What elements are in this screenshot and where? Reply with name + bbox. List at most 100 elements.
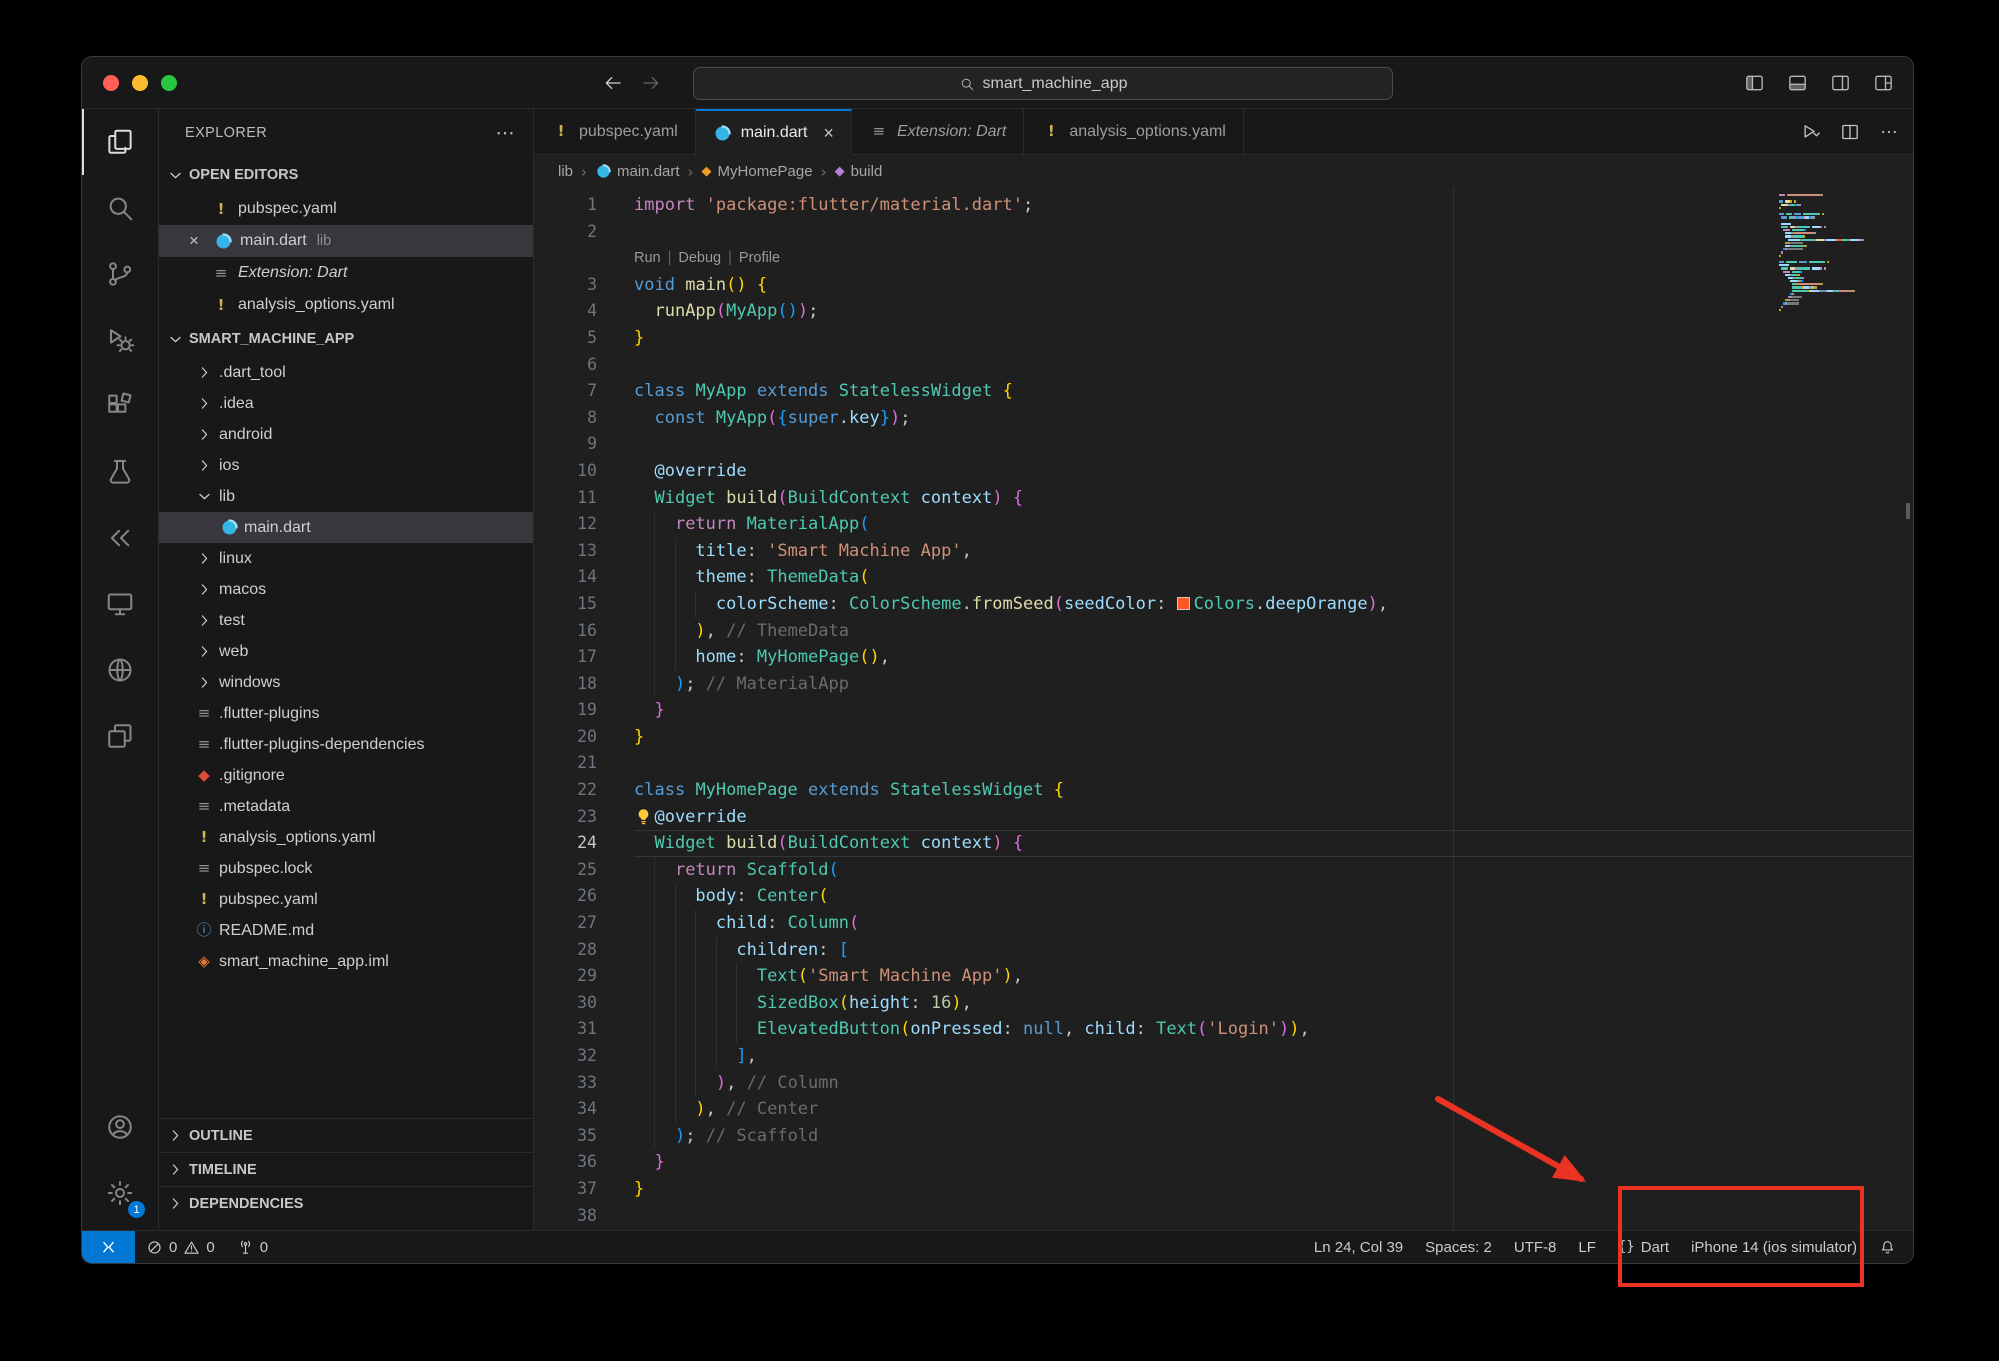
line-content[interactable]: children: [ bbox=[634, 937, 1913, 964]
line-content[interactable]: Widget build(BuildContext context) { bbox=[634, 830, 1913, 857]
activity-item-remote-explorer[interactable] bbox=[82, 571, 158, 637]
toggle-panel-button[interactable] bbox=[1786, 73, 1809, 93]
activity-item-accounts[interactable] bbox=[82, 1094, 158, 1160]
line-number[interactable]: 30 bbox=[534, 990, 634, 1017]
line-content[interactable]: body: Center( bbox=[634, 883, 1913, 910]
line-number[interactable]: 33 bbox=[534, 1070, 634, 1097]
run-file-button[interactable] bbox=[1801, 122, 1821, 142]
close-icon[interactable]: × bbox=[823, 124, 834, 142]
lightbulb-icon[interactable] bbox=[634, 804, 654, 831]
line-content[interactable]: } bbox=[634, 325, 1913, 352]
customize-layout-button[interactable] bbox=[1872, 73, 1895, 93]
file-pubspec-lock[interactable]: ≡pubspec.lock bbox=[159, 853, 533, 884]
line-number[interactable]: 3 bbox=[534, 272, 634, 299]
line-number[interactable]: 2 bbox=[534, 219, 634, 246]
activity-item-extensions[interactable] bbox=[82, 373, 158, 439]
activity-item-testing[interactable] bbox=[82, 439, 158, 505]
activity-item-live-share[interactable] bbox=[82, 637, 158, 703]
line-content[interactable]: ); // MaterialApp bbox=[634, 671, 1913, 698]
folder-dart-tool[interactable]: .dart_tool bbox=[159, 357, 533, 388]
line-number[interactable]: 7 bbox=[534, 378, 634, 405]
line-number[interactable]: 12 bbox=[534, 511, 634, 538]
status-device-selector[interactable]: iPhone 14 (ios simulator) bbox=[1680, 1231, 1868, 1263]
line-content[interactable]: void main() { bbox=[634, 272, 1913, 299]
editor[interactable]: 1import 'package:flutter/material.dart';… bbox=[534, 188, 1913, 1230]
file-readme-md[interactable]: ⓘREADME.md bbox=[159, 915, 533, 946]
command-center-search[interactable]: smart_machine_app bbox=[693, 67, 1393, 100]
folder-ios[interactable]: ios bbox=[159, 450, 533, 481]
open-editor-pubspec-yaml[interactable]: !pubspec.yaml bbox=[159, 193, 533, 225]
line-number[interactable]: 21 bbox=[534, 750, 634, 777]
folder-lib[interactable]: lib bbox=[159, 481, 533, 512]
toggle-secondary-sidebar-button[interactable] bbox=[1829, 73, 1852, 93]
line-content[interactable]: class MyApp extends StatelessWidget { bbox=[634, 378, 1913, 405]
remote-indicator[interactable] bbox=[82, 1231, 135, 1263]
activity-item-search[interactable] bbox=[82, 175, 158, 241]
line-content[interactable] bbox=[634, 1203, 1913, 1230]
line-number[interactable]: 25 bbox=[534, 857, 634, 884]
line-number[interactable]: 8 bbox=[534, 405, 634, 432]
line-content[interactable]: SizedBox(height: 16), bbox=[634, 990, 1913, 1017]
line-number[interactable]: 28 bbox=[534, 937, 634, 964]
line-number[interactable]: 38 bbox=[534, 1203, 634, 1230]
breadcrumb-lib[interactable]: lib bbox=[558, 163, 573, 180]
line-number[interactable]: 4 bbox=[534, 298, 634, 325]
navigate-back-button[interactable] bbox=[602, 73, 624, 93]
breadcrumb-myhomepage[interactable]: ◆MyHomePage bbox=[702, 163, 813, 180]
line-content[interactable]: ); // Scaffold bbox=[634, 1123, 1913, 1150]
line-content[interactable] bbox=[634, 431, 1913, 458]
codelens-profile[interactable]: Profile bbox=[739, 245, 780, 272]
line-number[interactable]: 23 bbox=[534, 804, 634, 831]
line-number[interactable]: 19 bbox=[534, 697, 634, 724]
activity-item-source-control[interactable] bbox=[82, 241, 158, 307]
file-flutter-plugins-dependencies[interactable]: ≡.flutter-plugins-dependencies bbox=[159, 729, 533, 760]
activity-item-run-and-debug[interactable] bbox=[82, 307, 158, 373]
line-content[interactable]: } bbox=[634, 697, 1913, 724]
line-content[interactable]: ElevatedButton(onPressed: null, child: T… bbox=[634, 1016, 1913, 1043]
line-content[interactable]: import 'package:flutter/material.dart'; bbox=[634, 192, 1913, 219]
line-content[interactable]: Widget build(BuildContext context) { bbox=[634, 485, 1913, 512]
line-content[interactable]: ], bbox=[634, 1043, 1913, 1070]
open-editors-header[interactable]: OPEN EDITORS bbox=[159, 157, 533, 193]
section-outline[interactable]: OUTLINE bbox=[159, 1118, 533, 1152]
status-indentation[interactable]: Spaces: 2 bbox=[1414, 1231, 1503, 1263]
folder-linux[interactable]: linux bbox=[159, 543, 533, 574]
file-gitignore[interactable]: ◆.gitignore bbox=[159, 760, 533, 791]
line-number[interactable]: 9 bbox=[534, 431, 634, 458]
folder-android[interactable]: android bbox=[159, 419, 533, 450]
breadcrumb-build[interactable]: ◆build bbox=[835, 163, 883, 180]
file-smart-machine-app-iml[interactable]: ◈smart_machine_app.iml bbox=[159, 946, 533, 977]
tab-main-dart[interactable]: main.dart× bbox=[696, 109, 852, 155]
codelens-debug[interactable]: Debug bbox=[678, 245, 721, 272]
notifications-bell[interactable] bbox=[1868, 1231, 1907, 1263]
section-dependencies[interactable]: DEPENDENCIES bbox=[159, 1186, 533, 1220]
line-number[interactable]: 17 bbox=[534, 644, 634, 671]
line-number[interactable]: 16 bbox=[534, 618, 634, 645]
minimize-window-button[interactable] bbox=[132, 75, 148, 91]
minimap[interactable] bbox=[1779, 194, 1897, 315]
line-content[interactable]: runApp(MyApp()); bbox=[634, 298, 1913, 325]
line-content[interactable]: child: Column( bbox=[634, 910, 1913, 937]
problems-indicator[interactable]: 00 bbox=[135, 1231, 226, 1263]
explorer-more-actions-button[interactable]: ⋯ bbox=[496, 122, 515, 144]
line-content[interactable]: theme: ThemeData( bbox=[634, 564, 1913, 591]
line-number[interactable]: 34 bbox=[534, 1096, 634, 1123]
line-content[interactable]: return Scaffold( bbox=[634, 857, 1913, 884]
line-number[interactable]: 37 bbox=[534, 1176, 634, 1203]
line-number[interactable]: 24 bbox=[534, 830, 634, 857]
line-number[interactable]: 14 bbox=[534, 564, 634, 591]
activity-item-references[interactable] bbox=[82, 505, 158, 571]
navigate-forward-button[interactable] bbox=[640, 73, 662, 93]
editor-more-actions-button[interactable] bbox=[1879, 122, 1899, 142]
line-content[interactable]: class MyHomePage extends StatelessWidget… bbox=[634, 777, 1913, 804]
line-content[interactable]: Run|Debug|Profile bbox=[634, 245, 1913, 272]
status-cursor-position[interactable]: Ln 24, Col 39 bbox=[1303, 1231, 1414, 1263]
line-number[interactable]: 6 bbox=[534, 352, 634, 379]
status-eol[interactable]: LF bbox=[1567, 1231, 1607, 1263]
line-content[interactable]: @override bbox=[634, 804, 1913, 831]
line-content[interactable] bbox=[634, 750, 1913, 777]
line-content[interactable]: colorScheme: ColorScheme.fromSeed(seedCo… bbox=[634, 591, 1913, 618]
section-timeline[interactable]: TIMELINE bbox=[159, 1152, 533, 1186]
file-pubspec-yaml[interactable]: !pubspec.yaml bbox=[159, 884, 533, 915]
folder-web[interactable]: web bbox=[159, 636, 533, 667]
